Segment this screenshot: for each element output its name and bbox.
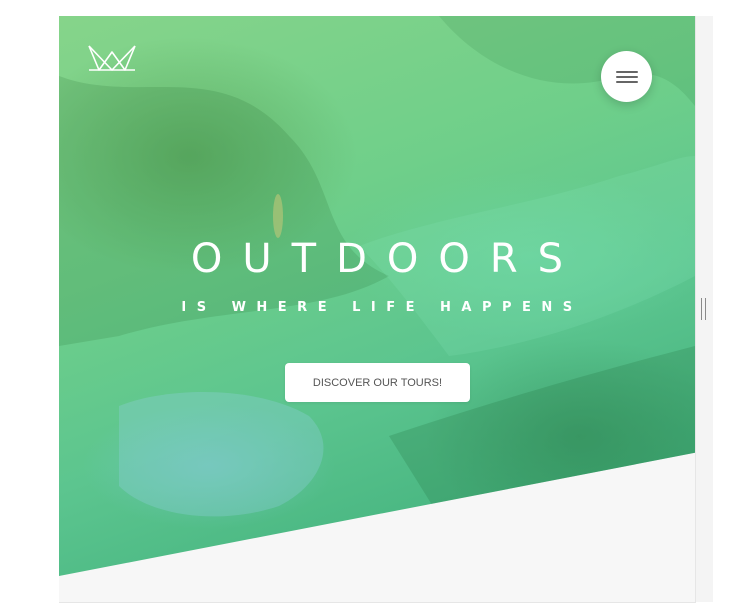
discover-tours-button[interactable]: DISCOVER OUR TOURS!: [285, 363, 470, 402]
hero-section: OUTDOORS IS WHERE LIFE HAPPENS DISCOVER …: [59, 16, 695, 576]
menu-button[interactable]: [601, 51, 652, 102]
page: OUTDOORS IS WHERE LIFE HAPPENS DISCOVER …: [0, 0, 740, 603]
hamburger-icon: [615, 70, 638, 83]
site-frame: OUTDOORS IS WHERE LIFE HAPPENS DISCOVER …: [59, 16, 696, 603]
hero-landscape-image: [59, 16, 695, 517]
crown-icon[interactable]: [87, 44, 137, 72]
hero-subtitle: IS WHERE LIFE HAPPENS: [181, 300, 583, 315]
hero-title: OUTDOORS: [190, 236, 584, 282]
resize-handle[interactable]: [701, 298, 706, 320]
